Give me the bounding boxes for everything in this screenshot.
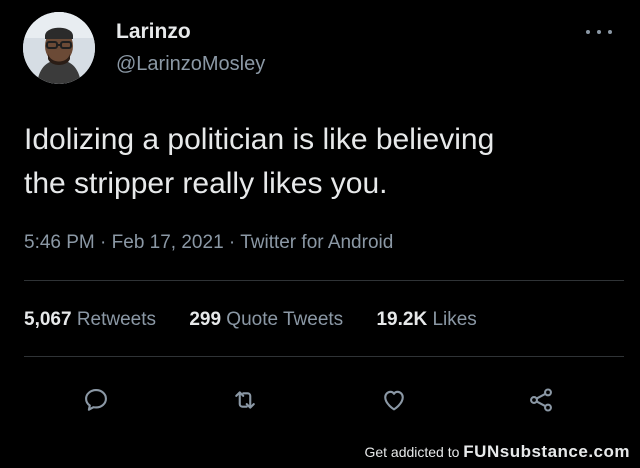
more-options-icon[interactable] [586, 22, 612, 42]
retweets-label: Retweets [76, 309, 157, 330]
divider-top [24, 280, 624, 281]
tweet-meta: 5:46 PM · Feb 17, 2021 · Twitter for And… [24, 232, 393, 254]
heart-icon [384, 390, 404, 411]
quote-tweets-stat[interactable]: 299 Quote Tweets [189, 309, 343, 331]
user-handle[interactable]: @LarinzoMosley [116, 53, 265, 76]
retweets-count: 5,067 [24, 309, 72, 330]
likes-stat[interactable]: 19.2K Likes [376, 309, 476, 331]
profile-photo [23, 12, 95, 84]
like-button[interactable] [377, 383, 411, 417]
dot [597, 30, 601, 34]
likes-count: 19.2K [376, 309, 428, 330]
share-button[interactable] [524, 383, 558, 417]
reply-button[interactable] [79, 383, 113, 417]
retweet-button[interactable] [228, 383, 262, 417]
display-name[interactable]: Larinzo [116, 20, 191, 44]
divider-bottom [24, 356, 624, 357]
tweet-source[interactable]: Twitter for Android [240, 232, 393, 253]
meta-separator: · [94, 232, 112, 253]
likes-label: Likes [432, 309, 477, 330]
dot [586, 30, 590, 34]
avatar[interactable] [23, 12, 95, 84]
watermark: Get addicted to FUNsubstance.com [364, 442, 630, 462]
quote-tweets-count: 299 [189, 309, 222, 330]
reply-icon [85, 389, 107, 411]
tweet-text: Idolizing a politician is like believing… [24, 118, 624, 206]
retweet-icon [235, 391, 255, 409]
quote-tweets-label: Quote Tweets [226, 309, 344, 330]
tweet-text-line-2: the stripper really likes you. [24, 167, 388, 200]
action-bar [0, 383, 640, 417]
watermark-prefix: Get addicted to [364, 444, 460, 460]
retweets-stat[interactable]: 5,067 Retweets [24, 309, 156, 331]
watermark-brand: FUNsubstance.com [463, 442, 630, 461]
tweet-stats: 5,067 Retweets 299 Quote Tweets 19.2K Li… [24, 309, 505, 331]
tweet-date[interactable]: Feb 17, 2021 [112, 232, 224, 253]
tweet-time[interactable]: 5:46 PM [24, 232, 95, 253]
tweet-text-line-1: Idolizing a politician is like believing [24, 123, 495, 156]
share-icon [530, 388, 552, 412]
dot [608, 30, 612, 34]
meta-separator: · [223, 232, 241, 253]
